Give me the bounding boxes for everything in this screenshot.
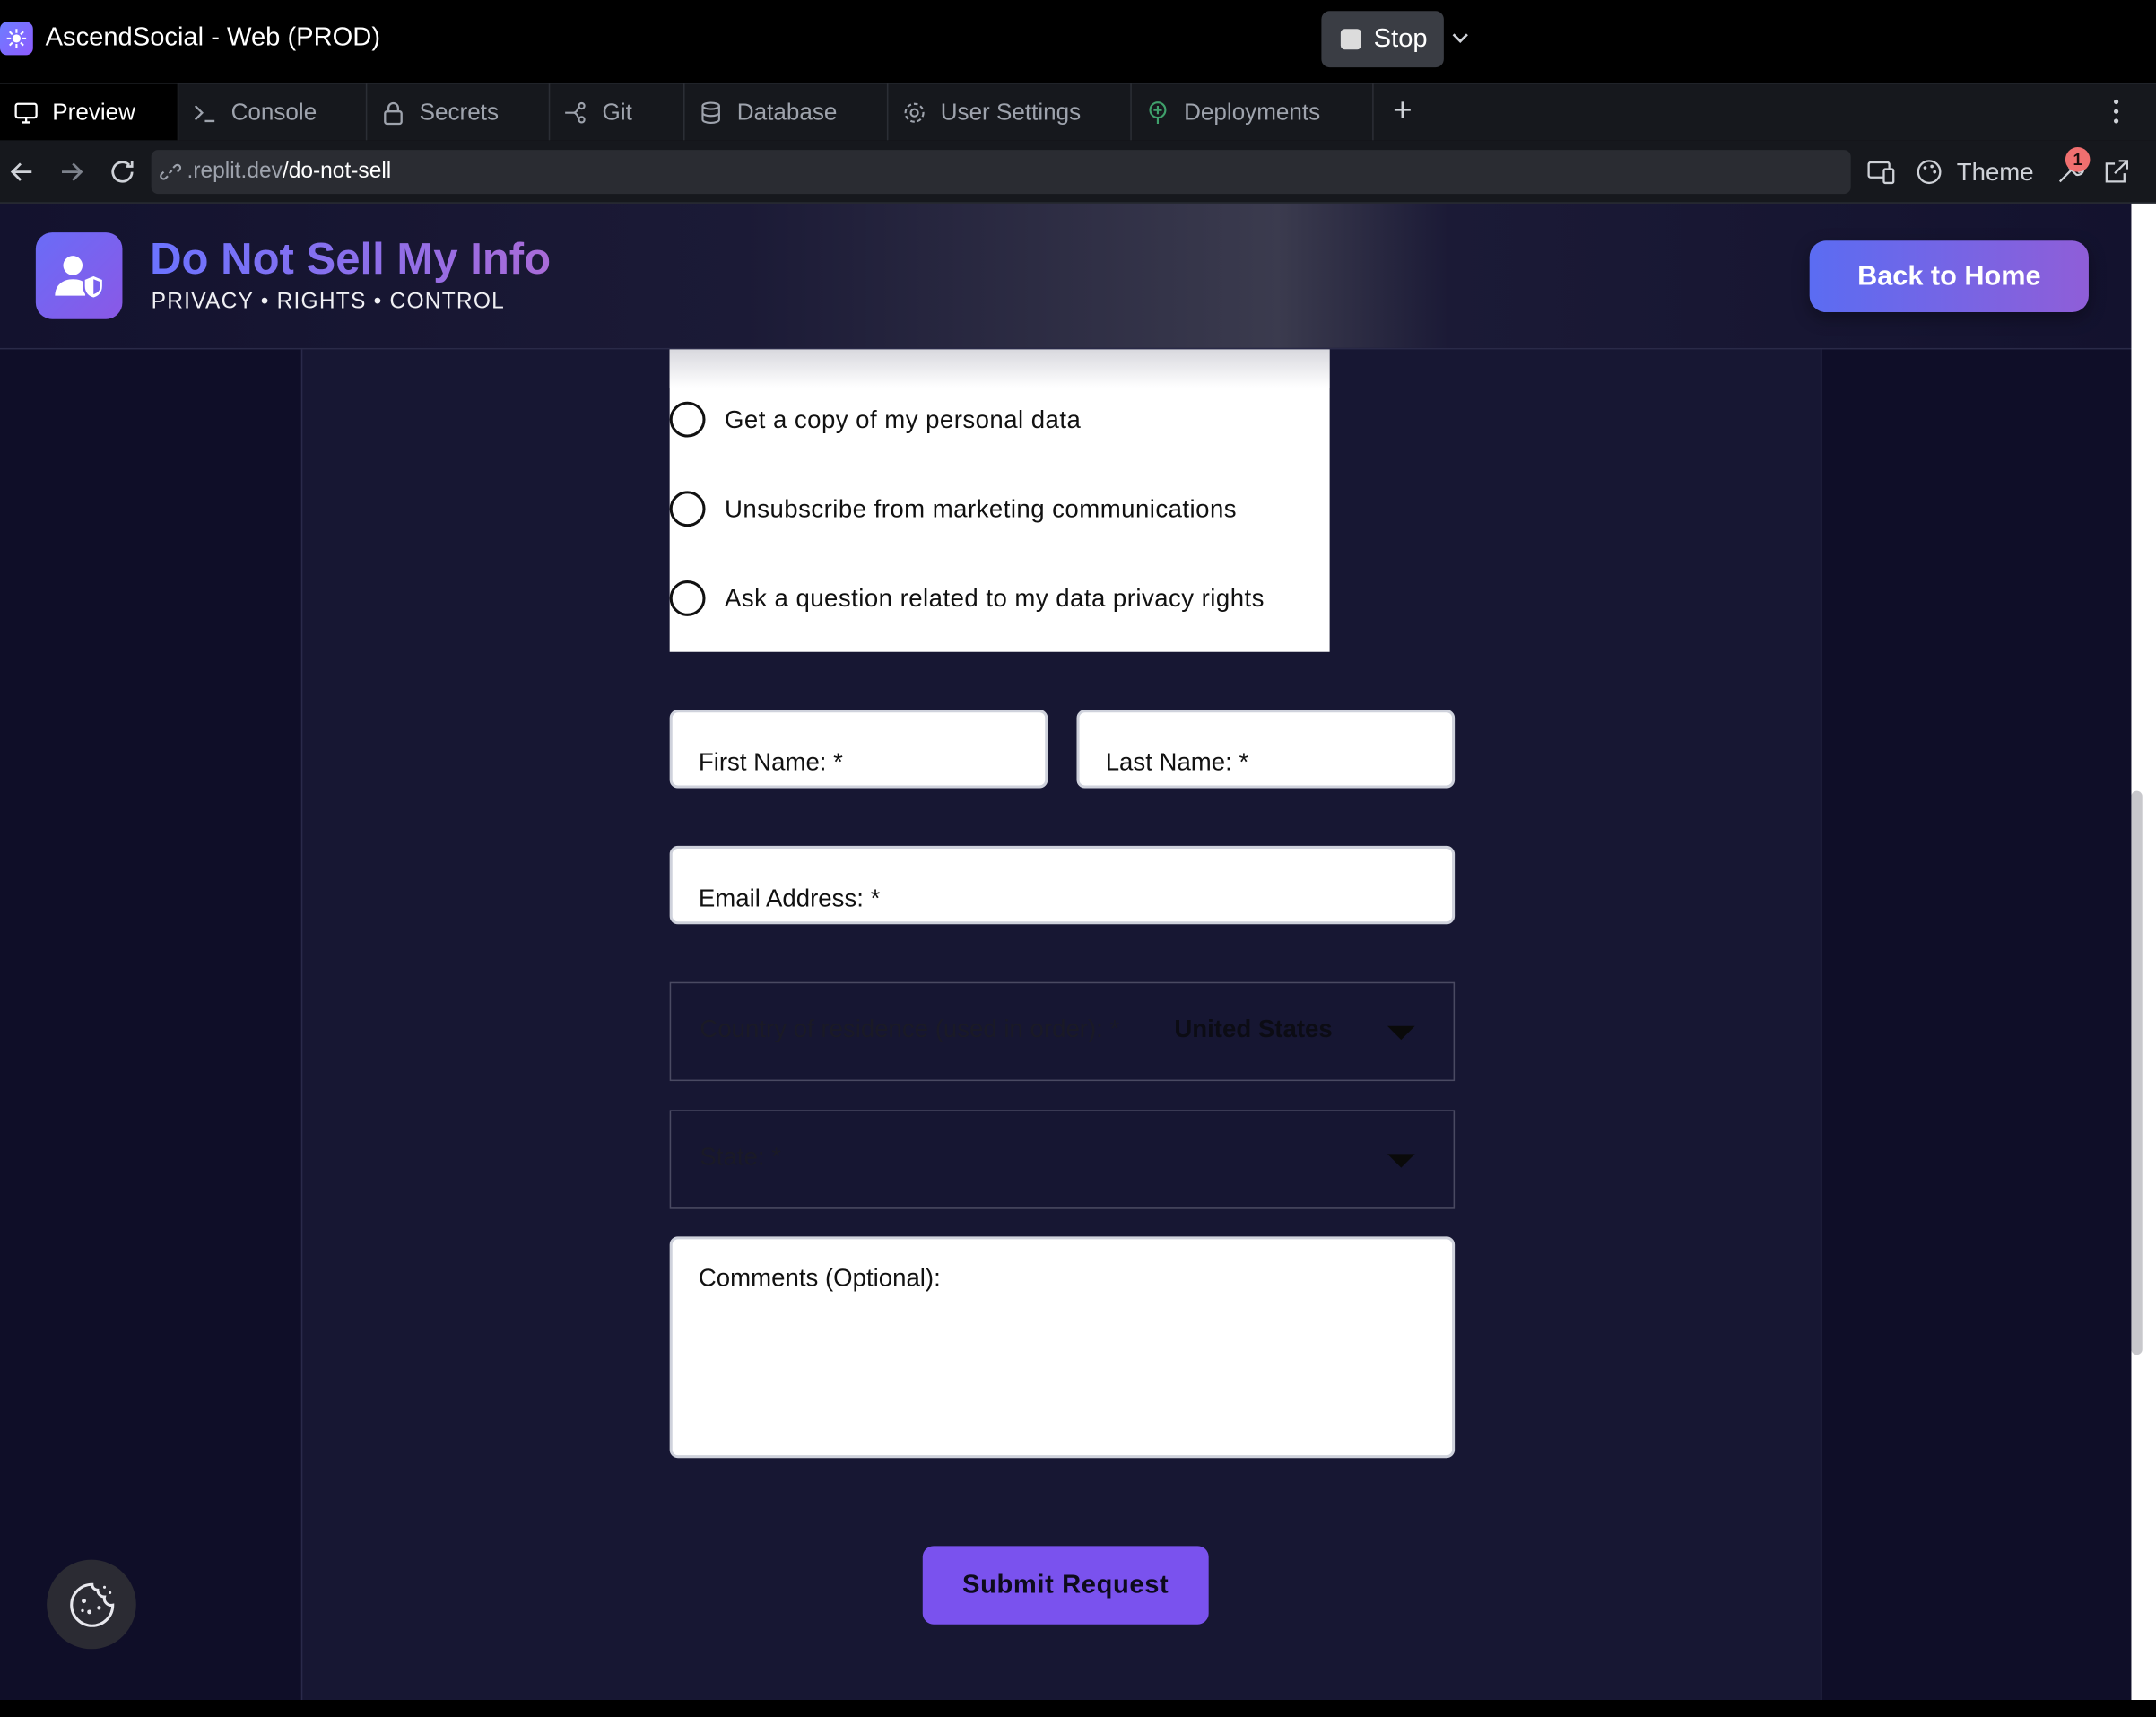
title-bar: AscendSocial - Web (PROD) Stop [0,0,2156,83]
gear-icon [904,101,925,122]
add-tab-icon[interactable]: + [1386,94,1419,128]
terminal-icon [194,104,215,122]
radio-button[interactable] [669,580,706,616]
first-name-field[interactable]: First Name: * [669,710,1048,789]
cookie-settings-button[interactable] [47,1559,136,1650]
comments-label: Comments (Optional): [698,1264,941,1292]
bottom-edge [0,1700,2156,1717]
reload-icon[interactable] [108,157,138,187]
last-name-field[interactable]: Last Name: * [1076,710,1456,789]
state-select[interactable]: State: * [669,1110,1456,1209]
option-label: Ask a question related to my data privac… [724,583,1265,612]
tab-secrets[interactable]: Secrets [367,83,551,141]
tab-label: User Settings [940,98,1082,125]
more-vertical-icon[interactable] [2104,96,2129,126]
chevron-down-icon[interactable] [1447,25,1473,50]
caret-down-icon [1387,1025,1415,1041]
preview-viewport: Do Not Sell My Info PRIVACY • RIGHTS • C… [0,203,2132,1701]
email-label: Email Address: * [698,884,881,912]
stop-label: Stop [1373,23,1428,54]
last-name-label: Last Name: * [1105,748,1249,776]
option-ask-question[interactable]: Ask a question related to my data privac… [669,580,1265,616]
option-copy-data[interactable]: Get a copy of my personal data [669,401,1082,438]
forward-arrow-icon[interactable] [57,157,87,187]
palette-icon[interactable] [1914,157,1944,187]
tab-label: Git [602,98,632,125]
git-icon [565,101,586,123]
caret-down-icon [1387,1154,1415,1168]
tab-preview[interactable]: Preview [0,83,179,141]
tab-user-settings[interactable]: User Settings [888,83,1132,141]
external-link-icon[interactable] [2101,157,2132,187]
tab-git[interactable]: Git [550,83,685,141]
database-icon [701,100,720,124]
cookie-icon [69,1582,114,1626]
page-subtitle: PRIVACY • RIGHTS • CONTROL [151,290,506,314]
workspace-tabs: Preview Console Secrets Git Database Use… [0,82,2156,141]
request-type-options: Get a copy of my personal data Unsubscri… [669,349,1330,652]
theme-label[interactable]: Theme [1957,158,2034,187]
radio-button[interactable] [669,401,706,438]
window-title: AscendSocial - Web (PROD) [45,23,381,53]
submit-request-button[interactable]: Submit Request [922,1546,1209,1625]
tab-database[interactable]: Database [685,83,889,141]
option-unsubscribe[interactable]: Unsubscribe from marketing communication… [669,491,1238,527]
tab-label: Deployments [1184,98,1321,125]
url-host: .replit.dev [187,159,283,183]
back-arrow-icon[interactable] [7,157,38,187]
user-shield-icon [35,232,123,319]
comments-textarea[interactable]: Comments (Optional): [669,1236,1456,1459]
tab-label: Console [230,98,317,125]
devices-icon[interactable] [1866,157,1897,187]
stop-button[interactable]: Stop [1321,11,1444,68]
tab-label: Preview [52,98,135,125]
first-name-label: First Name: * [698,748,843,776]
site-header: Do Not Sell My Info PRIVACY • RIGHTS • C… [0,203,2132,350]
radio-button[interactable] [669,491,706,527]
scroll-fade [669,349,1330,388]
monitor-icon [14,101,38,123]
lock-icon [384,101,403,125]
back-to-home-button[interactable]: Back to Home [1809,240,2089,313]
link-icon [160,163,182,180]
stop-icon [1340,29,1361,50]
page-title: Do Not Sell My Info [150,233,552,283]
option-label: Unsubscribe from marketing communication… [724,494,1238,522]
option-label: Get a copy of my personal data [724,405,1082,433]
email-field[interactable]: Email Address: * [669,845,1456,925]
country-value: United States [1174,1015,1333,1043]
tab-deployments[interactable]: Deployments [1132,83,1374,141]
state-label: State: * [700,1143,781,1171]
tab-console[interactable]: Console [178,83,368,141]
deploy-icon [1149,100,1167,124]
url-path: /do-not-sell [282,159,392,183]
country-label: Country of residence (used in order): * [700,1015,1120,1043]
country-select[interactable]: Country of residence (used in order): * … [669,981,1456,1082]
vertical-scrollbar-thumb[interactable] [2131,790,2143,1355]
tab-label: Secrets [419,98,500,125]
tab-label: Database [736,98,838,125]
url-bar: .replit.dev/do-not-sell Theme 1 [0,140,2156,204]
app-icon [0,22,33,56]
url-input[interactable]: .replit.dev/do-not-sell [151,150,1851,195]
notification-badge: 1 [2065,147,2091,172]
